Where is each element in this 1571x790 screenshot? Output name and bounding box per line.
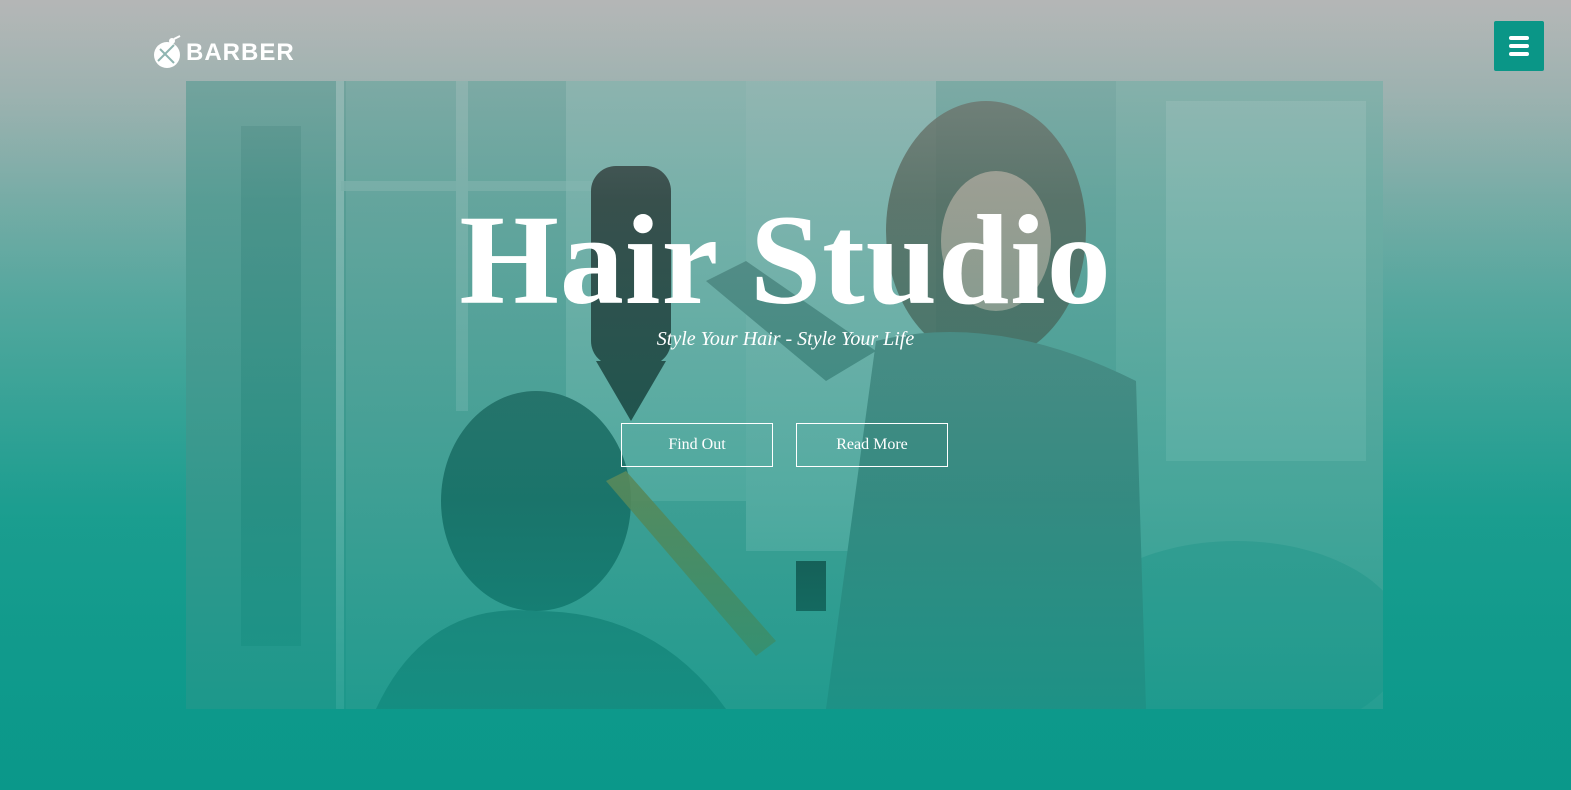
menu-bar <box>1509 44 1529 48</box>
hamburger-menu-button[interactable] <box>1494 21 1544 71</box>
hero-subtitle: Style Your Hair - Style Your Life <box>656 328 915 350</box>
logo-text: BARBER <box>186 39 295 66</box>
hero-title: Hair Studio <box>459 189 1112 331</box>
menu-bar <box>1509 52 1529 56</box>
hair-salon-photo <box>186 81 1383 709</box>
menu-bar <box>1509 36 1529 40</box>
barber-scissors-icon <box>154 35 181 68</box>
site-logo[interactable]: BARBER <box>152 35 295 71</box>
read-more-button[interactable]: Read More <box>796 423 948 467</box>
hero-background-image <box>186 81 1383 709</box>
find-out-button[interactable]: Find Out <box>621 423 773 467</box>
